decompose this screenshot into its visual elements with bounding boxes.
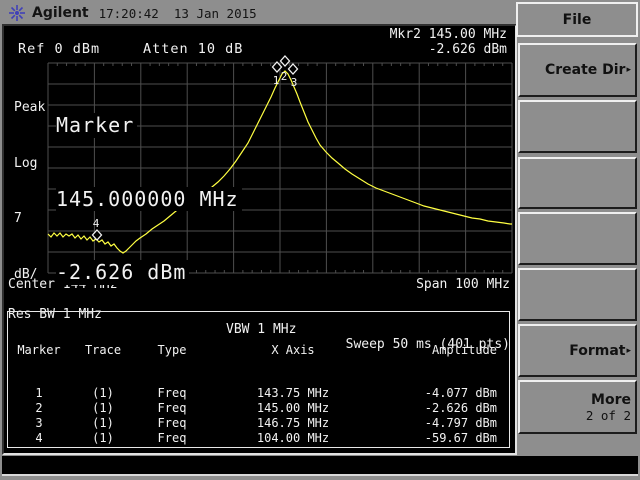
submenu-arrow-icon: ▸ [626, 65, 631, 75]
agilent-logo-icon [8, 4, 26, 22]
softkey-blank-1[interactable] [518, 100, 637, 153]
marker-overlay-title: Marker [56, 113, 137, 138]
softkey-label: Create Dir [545, 62, 626, 78]
svg-text:2: 2 [281, 70, 288, 83]
marker-overlay-freq: 145.000000 MHz [56, 187, 242, 212]
softkey-blank-4[interactable] [518, 268, 637, 321]
softkey-menu-title: File [516, 2, 638, 37]
softkey-label: More [591, 392, 631, 408]
softkey-blank-3[interactable] [518, 212, 637, 265]
softkey-blank-2[interactable] [518, 157, 637, 209]
svg-text:3: 3 [291, 76, 298, 89]
softkey-format[interactable]: Format ▸ [518, 324, 637, 377]
marker-overlay-ampl: -2.626 dBm [56, 260, 189, 285]
bottom-status-strip [2, 456, 638, 476]
softkey-create-dir[interactable]: Create Dir ▸ [518, 43, 637, 97]
crt-screen: 1234 Mkr2 145.00 MHz -2.626 dBm Ref 0 dB… [2, 24, 517, 455]
softkey-page-indicator: 2 of 2 [586, 408, 631, 423]
marker-readout-overlay: Marker 145.000000 MHz -2.626 dBm [56, 64, 242, 334]
svg-text:1: 1 [273, 74, 280, 87]
submenu-arrow-icon: ▸ [626, 346, 631, 356]
instrument-front-panel: Agilent 17:20:42 13 Jan 2015 1234 Mkr2 1… [0, 0, 640, 480]
datetime-label: 17:20:42 13 Jan 2015 [99, 6, 257, 21]
softkey-label: Format [569, 343, 625, 359]
brand-label: Agilent [32, 5, 89, 21]
softkey-more[interactable]: More 2 of 2 [518, 380, 637, 434]
